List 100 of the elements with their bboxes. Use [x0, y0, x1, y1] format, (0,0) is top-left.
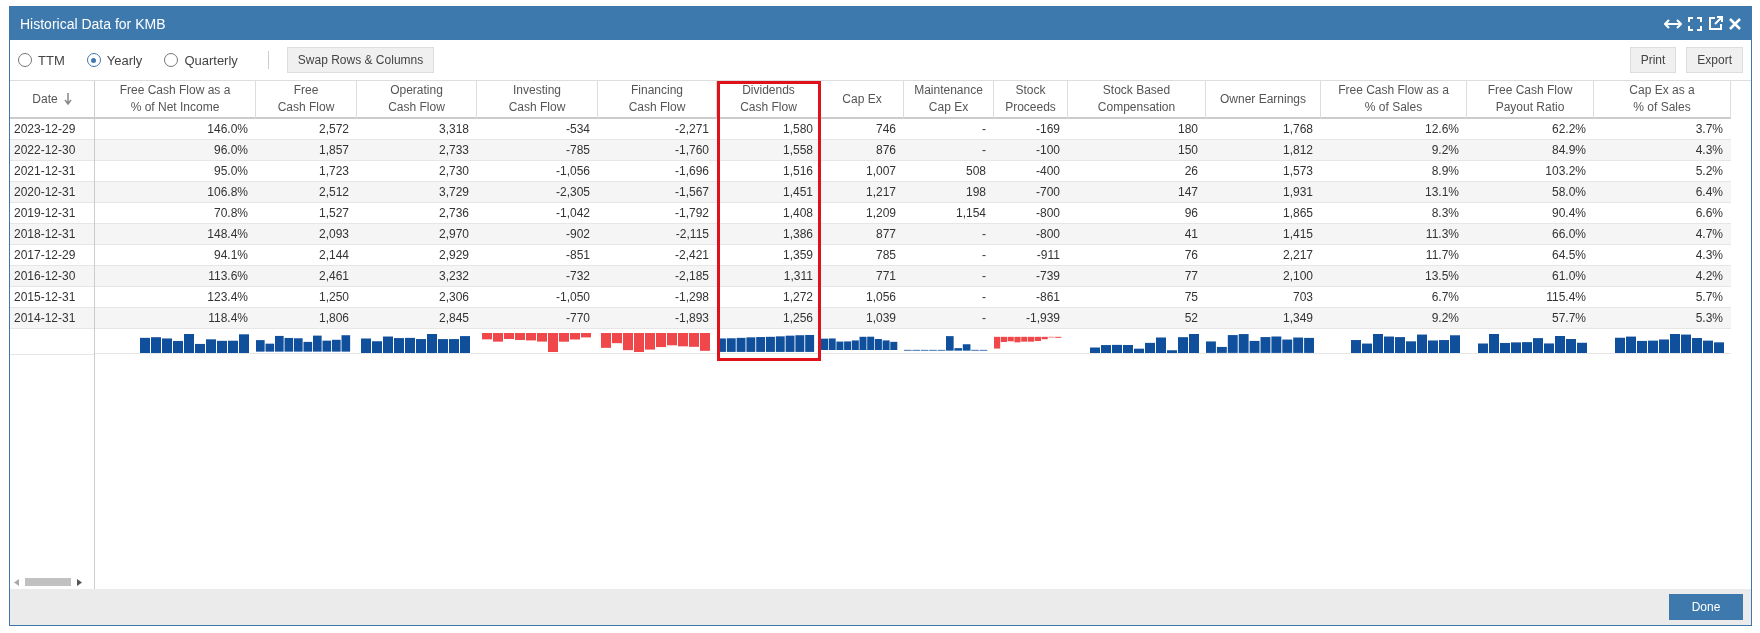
table-cell: -800	[994, 224, 1068, 245]
table-cell: -770	[477, 308, 598, 329]
table-cell: -732	[477, 266, 598, 287]
table-cell: 118.4%	[95, 308, 256, 329]
table-cell: 4.3%	[1594, 140, 1731, 161]
resize-horizontal-icon[interactable]	[1664, 17, 1682, 30]
table-cell: 9.2%	[1321, 140, 1467, 161]
table-cell: 150	[1068, 140, 1206, 161]
table-cell: 1,311	[717, 266, 821, 287]
table-cell: -1,939	[994, 308, 1068, 329]
table-cell: 58.0%	[1467, 182, 1594, 203]
table-cell: 2,845	[357, 308, 477, 329]
table-cell: 41	[1068, 224, 1206, 245]
table-cell: 1,812	[1206, 140, 1321, 161]
date-header-label: Date	[32, 92, 58, 106]
table-cell: -739	[994, 266, 1068, 287]
table-cell: 11.3%	[1321, 224, 1467, 245]
table-cell: 3,729	[357, 182, 477, 203]
table-cell: -1,760	[598, 140, 717, 161]
table-cell: -	[904, 140, 994, 161]
close-icon[interactable]	[1729, 17, 1741, 30]
table-cell: 198	[904, 182, 994, 203]
table-cell: 771	[821, 266, 904, 287]
table-cell: 13.1%	[1321, 182, 1467, 203]
column-header[interactable]: Free Cash Flow as a % of Sales	[1321, 81, 1467, 119]
column-header[interactable]: Stock Proceeds	[994, 81, 1068, 119]
radio-label[interactable]: Yearly	[106, 52, 143, 68]
sort-down-arrow-icon	[63, 93, 72, 105]
table-cell: -902	[477, 224, 598, 245]
table-cell: 106.8%	[95, 182, 256, 203]
table-cell: 113.6%	[95, 266, 256, 287]
table-cell: 3,232	[357, 266, 477, 287]
table-cell: 4.2%	[1594, 266, 1731, 287]
table-cell: 1,558	[717, 140, 821, 161]
column-header[interactable]: Dividends Cash Flow	[717, 81, 821, 119]
toolbar-button[interactable]: Print	[1629, 47, 1677, 73]
table-cell: 2,093	[256, 224, 357, 245]
table-cell: -2,305	[477, 182, 598, 203]
table-cell: 61.0%	[1467, 266, 1594, 287]
column-header[interactable]: Owner Earnings	[1206, 81, 1321, 119]
table-cell: 5.3%	[1594, 308, 1731, 329]
table-cell: 1,217	[821, 182, 904, 203]
table-cell: 1,451	[717, 182, 821, 203]
table-cell: 1,806	[256, 308, 357, 329]
table-cell: 77	[1068, 266, 1206, 287]
date-column-header[interactable]: Date	[10, 81, 94, 119]
table-cell: 1,386	[717, 224, 821, 245]
table-cell: 1,931	[1206, 182, 1321, 203]
table-cell: -1,893	[598, 308, 717, 329]
date-cell: 2022-12-30	[10, 140, 94, 161]
table-cell: 1,039	[821, 308, 904, 329]
table-cell: 2,461	[256, 266, 357, 287]
column-header[interactable]: Free Cash Flow	[256, 81, 357, 119]
table-cell: 2,100	[1206, 266, 1321, 287]
table-cell: 1,256	[717, 308, 821, 329]
swap-rows-columns-button[interactable]: Swap Rows & Columns	[286, 47, 435, 73]
table-cell: 96.0%	[95, 140, 256, 161]
toolbar-button[interactable]: Export	[1686, 47, 1743, 73]
radio-label[interactable]: TTM	[38, 52, 65, 68]
table-cell: 2,970	[357, 224, 477, 245]
date-cell: 2018-12-31	[10, 224, 94, 245]
column-header[interactable]: Free Cash Flow as a % of Net Income	[95, 81, 256, 119]
column-header[interactable]: Stock Based Compensation	[1068, 81, 1206, 119]
column-header[interactable]: Financing Cash Flow	[598, 81, 717, 119]
fullscreen-icon[interactable]	[1688, 16, 1702, 31]
table-cell: -	[904, 224, 994, 245]
date-cell: 2020-12-31	[10, 182, 94, 203]
table-cell: 1,349	[1206, 308, 1321, 329]
table-cell: 13.5%	[1321, 266, 1467, 287]
column-header[interactable]: Maintenance Cap Ex	[904, 81, 994, 119]
radio-label[interactable]: Quarterly	[184, 52, 238, 68]
table-cell: 2,733	[357, 140, 477, 161]
table-cell: -2,185	[598, 266, 717, 287]
column-header[interactable]: Operating Cash Flow	[357, 81, 477, 119]
table-cell: 148.4%	[95, 224, 256, 245]
date-cell: 2016-12-30	[10, 266, 94, 287]
column-header[interactable]: Cap Ex	[821, 81, 904, 119]
table-cell: 1,857	[256, 140, 357, 161]
scroll-right-arrow-icon[interactable]	[77, 578, 82, 586]
table-cell: 2,512	[256, 182, 357, 203]
table-cell: -785	[477, 140, 598, 161]
table-cell: -	[904, 266, 994, 287]
table-cell: 66.0%	[1467, 224, 1594, 245]
done-button[interactable]: Done	[1669, 594, 1743, 620]
table-cell: -100	[994, 140, 1068, 161]
table-cell: 6.4%	[1594, 182, 1731, 203]
table-cell: 52	[1068, 308, 1206, 329]
table-cell: -700	[994, 182, 1068, 203]
table-cell: -2,115	[598, 224, 717, 245]
column-header[interactable]: Cap Ex as a % of Sales	[1594, 81, 1731, 119]
table-cell: 1,415	[1206, 224, 1321, 245]
table-cell: 9.2%	[1321, 308, 1467, 329]
external-link-icon[interactable]	[1708, 16, 1723, 31]
column-header[interactable]: Free Cash Flow Payout Ratio	[1467, 81, 1594, 119]
table-cell: 4.7%	[1594, 224, 1731, 245]
column-header[interactable]: Investing Cash Flow	[477, 81, 598, 119]
table-cell: 57.7%	[1467, 308, 1594, 329]
scrollbar-thumb[interactable]	[25, 578, 71, 586]
table-cell: 876	[821, 140, 904, 161]
table-cell: 84.9%	[1467, 140, 1594, 161]
